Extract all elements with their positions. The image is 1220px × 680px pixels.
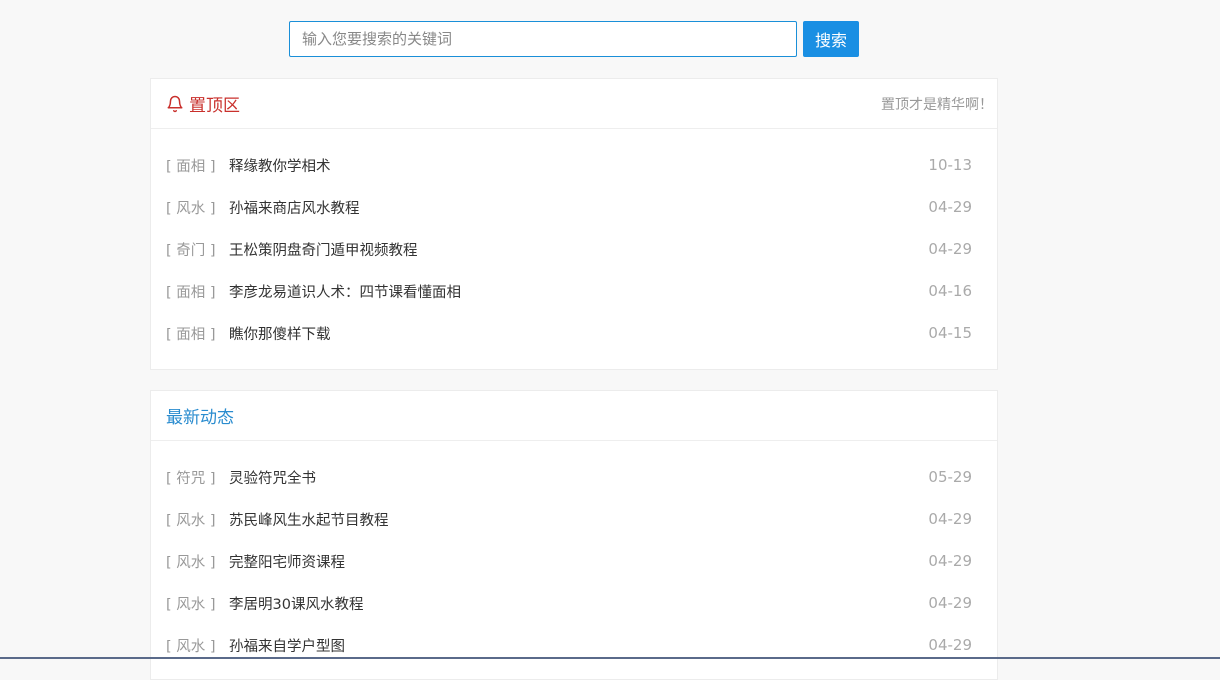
list-item-category[interactable]: [ 风水 ] [166,635,229,656]
list-item-category[interactable]: [ 风水 ] [166,509,229,530]
list-item: [ 风水 ] 苏民峰风生水起节目教程 04-29 [151,498,997,540]
list-item: [ 符咒 ] 灵验符咒全书 05-29 [151,456,997,498]
list-item: [ 奇门 ] 王松策阴盘奇门遁甲视频教程 04-29 [151,228,997,270]
latest-list: [ 符咒 ] 灵验符咒全书 05-29 [ 风水 ] 苏民峰风生水起节目教程 0… [151,441,997,666]
list-item: [ 面相 ] 释缘教你学相术 10-13 [151,144,997,186]
list-item-date: 04-29 [928,636,972,654]
pinned-note: 置顶才是精华啊！ [881,96,993,113]
search-button[interactable]: 搜索 [803,21,859,57]
list-item-category[interactable]: [ 面相 ] [166,323,229,344]
list-item-date: 04-29 [928,594,972,612]
list-item-date: 04-29 [928,552,972,570]
list-item-category[interactable]: [ 风水 ] [166,197,229,218]
list-item-date: 04-16 [928,282,972,300]
list-item-title[interactable]: 完整阳宅师资课程 [229,551,928,572]
list-item-date: 05-29 [928,468,972,486]
list-item-date: 04-29 [928,198,972,216]
pinned-title-text: 置顶区 [189,96,240,116]
list-item-title[interactable]: 李居明30课风水教程 [229,593,928,614]
list-item-category[interactable]: [ 风水 ] [166,551,229,572]
list-item-category[interactable]: [ 符咒 ] [166,467,229,488]
list-item-title[interactable]: 瞧你那傻样下载 [229,323,928,344]
list-item-category[interactable]: [ 面相 ] [166,281,229,302]
list-item-date: 10-13 [928,156,972,174]
list-item: [ 风水 ] 孙福来自学户型图 04-29 [151,624,997,666]
list-item-category[interactable]: [ 风水 ] [166,593,229,614]
list-item-title[interactable]: 李彦龙易道识人术：四节课看懂面相 [229,281,928,302]
list-item-date: 04-29 [928,510,972,528]
list-item-date: 04-29 [928,240,972,258]
list-item-title[interactable]: 释缘教你学相术 [229,155,928,176]
bell-icon [167,95,183,112]
list-item-title[interactable]: 苏民峰风生水起节目教程 [229,509,928,530]
list-item: [ 面相 ] 瞧你那傻样下载 04-15 [151,312,997,354]
list-item-title[interactable]: 孙福来自学户型图 [229,635,928,656]
pinned-panel-header: 置顶区 置顶才是精华啊！ [151,79,997,129]
latest-panel: 最新动态 [ 符咒 ] 灵验符咒全书 05-29 [ 风水 ] 苏民峰风生水起节… [150,390,998,680]
list-item: [ 风水 ] 孙福来商店风水教程 04-29 [151,186,997,228]
pinned-panel: 置顶区 置顶才是精华啊！ [ 面相 ] 释缘教你学相术 10-13 [ 风水 ]… [150,78,998,370]
list-item-category[interactable]: [ 面相 ] [166,155,229,176]
latest-panel-title: 最新动态 [166,403,234,428]
list-item-date: 04-15 [928,324,972,342]
list-item: [ 面相 ] 李彦龙易道识人术：四节课看懂面相 04-16 [151,270,997,312]
latest-title-text: 最新动态 [166,408,234,428]
list-item-title[interactable]: 孙福来商店风水教程 [229,197,928,218]
list-item-category[interactable]: [ 奇门 ] [166,239,229,260]
list-item: [ 风水 ] 李居明30课风水教程 04-29 [151,582,997,624]
pinned-panel-title: 置顶区 [166,91,240,116]
list-item-title[interactable]: 灵验符咒全书 [229,467,928,488]
pinned-list: [ 面相 ] 释缘教你学相术 10-13 [ 风水 ] 孙福来商店风水教程 04… [151,129,997,354]
list-item-title[interactable]: 王松策阴盘奇门遁甲视频教程 [229,239,928,260]
list-item: [ 风水 ] 完整阳宅师资课程 04-29 [151,540,997,582]
latest-panel-header: 最新动态 [151,391,997,441]
search-bar: 搜索 [289,21,859,57]
search-input[interactable] [289,21,797,57]
